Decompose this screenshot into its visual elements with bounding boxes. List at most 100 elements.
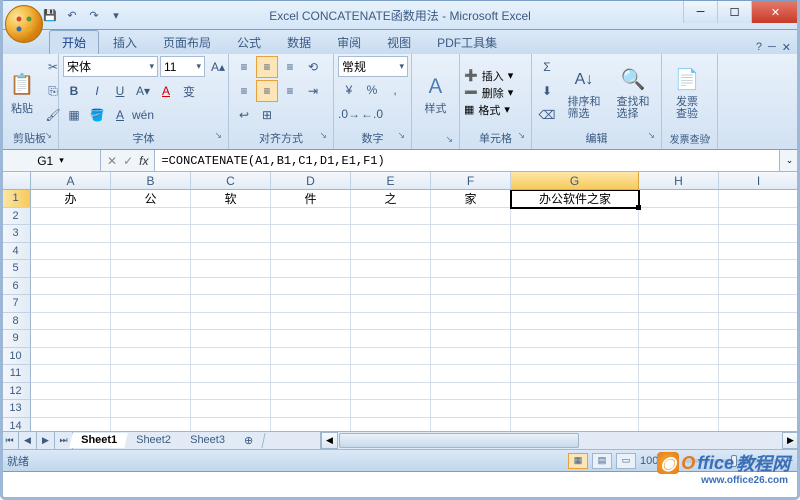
cell-H11[interactable]	[639, 365, 719, 383]
new-sheet-button[interactable]: ⊕	[232, 433, 265, 448]
cell-D14[interactable]	[271, 418, 351, 432]
cell-H8[interactable]	[639, 313, 719, 331]
tab-data[interactable]: 数据	[275, 31, 323, 54]
cell-B13[interactable]	[111, 400, 191, 418]
cell-D2[interactable]	[271, 208, 351, 226]
cell-I12[interactable]	[719, 383, 799, 401]
cell-G13[interactable]	[511, 400, 639, 418]
cell-A6[interactable]	[31, 278, 111, 296]
font-size-combo[interactable]: 11▾	[160, 56, 205, 77]
row-header[interactable]: 3	[1, 225, 31, 243]
help-icon[interactable]: ?	[756, 41, 762, 54]
cell-D11[interactable]	[271, 365, 351, 383]
formula-input[interactable]: =CONCATENATE(A1,B1,C1,D1,E1,F1)	[155, 150, 779, 171]
cell-I4[interactable]	[719, 243, 799, 261]
comma-icon[interactable]: ,	[384, 79, 406, 101]
tab-home[interactable]: 开始	[49, 30, 99, 54]
cell-D12[interactable]	[271, 383, 351, 401]
cell-E2[interactable]	[351, 208, 431, 226]
row-header[interactable]: 14	[1, 418, 31, 432]
cell-I11[interactable]	[719, 365, 799, 383]
cell-H14[interactable]	[639, 418, 719, 432]
cell-I6[interactable]	[719, 278, 799, 296]
cell-B1[interactable]: 公	[111, 190, 191, 208]
cancel-formula-icon[interactable]: ✕	[107, 154, 117, 168]
cell-I8[interactable]	[719, 313, 799, 331]
cell-D4[interactable]	[271, 243, 351, 261]
invoice-button[interactable]: 📄 发票 查验	[666, 56, 708, 128]
cell-C6[interactable]	[191, 278, 271, 296]
column-header-D[interactable]: D	[271, 172, 351, 189]
styles-button[interactable]: Ａ 样式	[416, 56, 455, 128]
cell-A4[interactable]	[31, 243, 111, 261]
cell-F2[interactable]	[431, 208, 511, 226]
cell-B2[interactable]	[111, 208, 191, 226]
row-header[interactable]: 7	[1, 295, 31, 313]
cell-B10[interactable]	[111, 348, 191, 366]
cell-F4[interactable]	[431, 243, 511, 261]
cell-F8[interactable]	[431, 313, 511, 331]
increase-decimal-icon[interactable]: .0→	[338, 103, 360, 125]
column-header-G[interactable]: G	[511, 172, 639, 189]
align-center-icon[interactable]: ≡	[256, 80, 278, 102]
cell-F10[interactable]	[431, 348, 511, 366]
cell-C4[interactable]	[191, 243, 271, 261]
cell-H10[interactable]	[639, 348, 719, 366]
cell-A10[interactable]	[31, 348, 111, 366]
tab-layout[interactable]: 页面布局	[151, 31, 223, 54]
name-box[interactable]: G1 ▾	[1, 150, 101, 171]
cell-H12[interactable]	[639, 383, 719, 401]
cell-G4[interactable]	[511, 243, 639, 261]
font-color2-icon[interactable]: A	[109, 104, 131, 126]
sheet-tab-Sheet3[interactable]: Sheet3	[178, 433, 237, 448]
cell-C12[interactable]	[191, 383, 271, 401]
cell-F12[interactable]	[431, 383, 511, 401]
bold-button[interactable]: B	[63, 80, 85, 102]
column-header-B[interactable]: B	[111, 172, 191, 189]
cell-G3[interactable]	[511, 225, 639, 243]
cell-D5[interactable]	[271, 260, 351, 278]
percent-icon[interactable]: %	[361, 79, 383, 101]
close-button[interactable]: ✕	[751, 1, 799, 23]
cell-I7[interactable]	[719, 295, 799, 313]
cell-G7[interactable]	[511, 295, 639, 313]
underline-button[interactable]: U	[109, 80, 131, 102]
cell-B6[interactable]	[111, 278, 191, 296]
row-header[interactable]: 2	[1, 208, 31, 226]
cell-C5[interactable]	[191, 260, 271, 278]
row-header[interactable]: 13	[1, 400, 31, 418]
cell-B8[interactable]	[111, 313, 191, 331]
cell-F5[interactable]	[431, 260, 511, 278]
clear-icon[interactable]: ⌫	[536, 104, 558, 126]
cell-B3[interactable]	[111, 225, 191, 243]
currency-icon[interactable]: ¥	[338, 79, 360, 101]
cell-D10[interactable]	[271, 348, 351, 366]
scroll-right-icon[interactable]: ▶	[782, 432, 799, 449]
normal-view-icon[interactable]: ▦	[568, 453, 588, 469]
wen-button[interactable]: wén	[132, 104, 154, 126]
page-break-view-icon[interactable]: ▭	[616, 453, 636, 469]
cell-I5[interactable]	[719, 260, 799, 278]
cell-G8[interactable]	[511, 313, 639, 331]
row-header[interactable]: 9	[1, 330, 31, 348]
select-all-button[interactable]	[1, 172, 31, 189]
paste-button[interactable]: 📋 粘贴	[5, 56, 39, 128]
cell-G14[interactable]	[511, 418, 639, 432]
cell-D13[interactable]	[271, 400, 351, 418]
cell-A11[interactable]	[31, 365, 111, 383]
cell-I2[interactable]	[719, 208, 799, 226]
cell-A5[interactable]	[31, 260, 111, 278]
row-header[interactable]: 6	[1, 278, 31, 296]
sheet-tab-Sheet2[interactable]: Sheet2	[124, 433, 183, 448]
italic-button[interactable]: I	[86, 80, 108, 102]
cell-E6[interactable]	[351, 278, 431, 296]
minimize-ribbon-icon[interactable]: ─	[768, 41, 776, 54]
cell-E1[interactable]: 之	[351, 190, 431, 208]
save-icon[interactable]: 💾	[41, 6, 59, 24]
cell-F6[interactable]	[431, 278, 511, 296]
cell-C7[interactable]	[191, 295, 271, 313]
expand-formula-icon[interactable]: ⌄	[779, 150, 799, 171]
cell-B9[interactable]	[111, 330, 191, 348]
cell-F7[interactable]	[431, 295, 511, 313]
cell-C11[interactable]	[191, 365, 271, 383]
